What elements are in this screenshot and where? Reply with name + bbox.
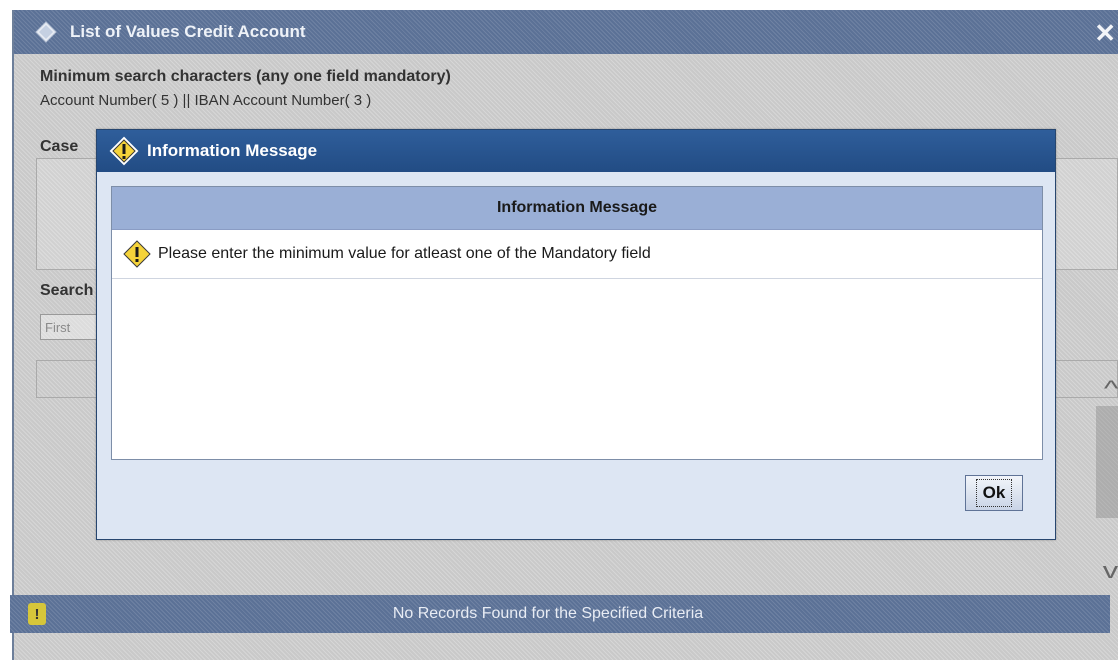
exclamation-icon: ! [28,603,46,625]
dialog-title: Information Message [147,141,318,160]
information-dialog: Information Message Information Message … [96,129,1056,540]
ok-button[interactable]: Ok [965,475,1023,511]
message-text: Please enter the minimum value for atlea… [158,245,651,262]
scrollbar-thumb[interactable] [1096,406,1118,518]
warning-icon [109,136,139,166]
warning-icon [122,239,152,269]
close-icon[interactable]: ✕ [1094,18,1116,49]
ok-button-label: Ok [975,479,1013,507]
search-label: Search [40,282,94,299]
diamond-icon [32,18,60,46]
min-search-fields: Account Number( 5 ) || IBAN Account Numb… [40,92,372,109]
lov-titlebar: List of Values Credit Account ✕ [14,10,1118,54]
scroll-up-icon[interactable]: ^ [1104,376,1118,402]
first-button[interactable]: First [40,314,100,340]
message-header: Information Message [112,187,1042,230]
status-message: No Records Found for the Specified Crite… [392,605,704,622]
min-search-heading: Minimum search characters (any one field… [40,68,451,85]
case-label: Case [40,138,79,155]
message-row: Please enter the minimum value for atlea… [112,230,1042,279]
lov-title: List of Values Credit Account [70,22,306,41]
status-bar: ! No Records Found for the Specified Cri… [10,595,1110,633]
dialog-content: Information Message Please enter the min… [111,186,1043,460]
dialog-titlebar: Information Message [97,130,1055,172]
scroll-down-icon[interactable]: v [1103,558,1118,584]
